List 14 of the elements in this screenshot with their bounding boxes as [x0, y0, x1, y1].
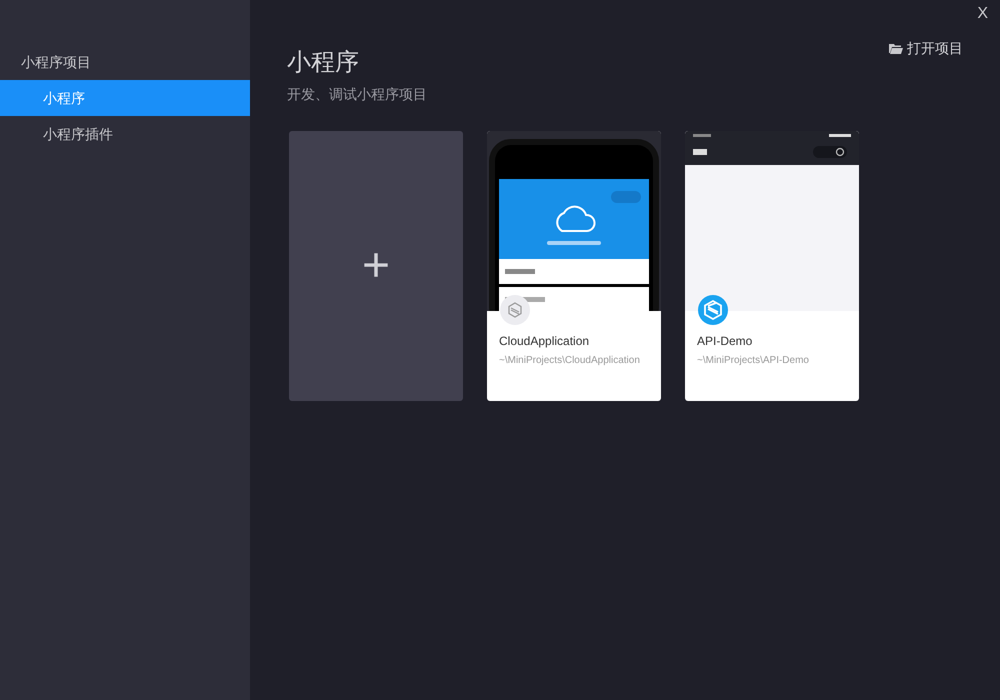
page-title: 小程序: [287, 48, 359, 78]
page-subtitle: 开发、调试小程序项目: [287, 85, 427, 104]
project-card[interactable]: CloudApplication ~\MiniProjects\CloudApplication: [487, 131, 661, 401]
project-name: API-Demo: [697, 333, 752, 349]
new-project-button[interactable]: +: [289, 131, 463, 401]
project-path: ~\MiniProjects\API-Demo: [697, 355, 809, 367]
sidebar-item[interactable]: 小程序插件: [0, 116, 250, 152]
open-project-button[interactable]: 打开项目: [889, 38, 963, 58]
sidebar-section-title: 小程序项目: [20, 53, 92, 72]
project-name: CloudApplication: [499, 333, 590, 349]
close-button[interactable]: X: [977, 4, 988, 24]
project-path: ~\MiniProjects\CloudApplication: [499, 355, 640, 367]
folder-icon: [889, 42, 903, 54]
project-card[interactable]: API-Demo ~\MiniProjects\API-Demo: [685, 131, 859, 401]
